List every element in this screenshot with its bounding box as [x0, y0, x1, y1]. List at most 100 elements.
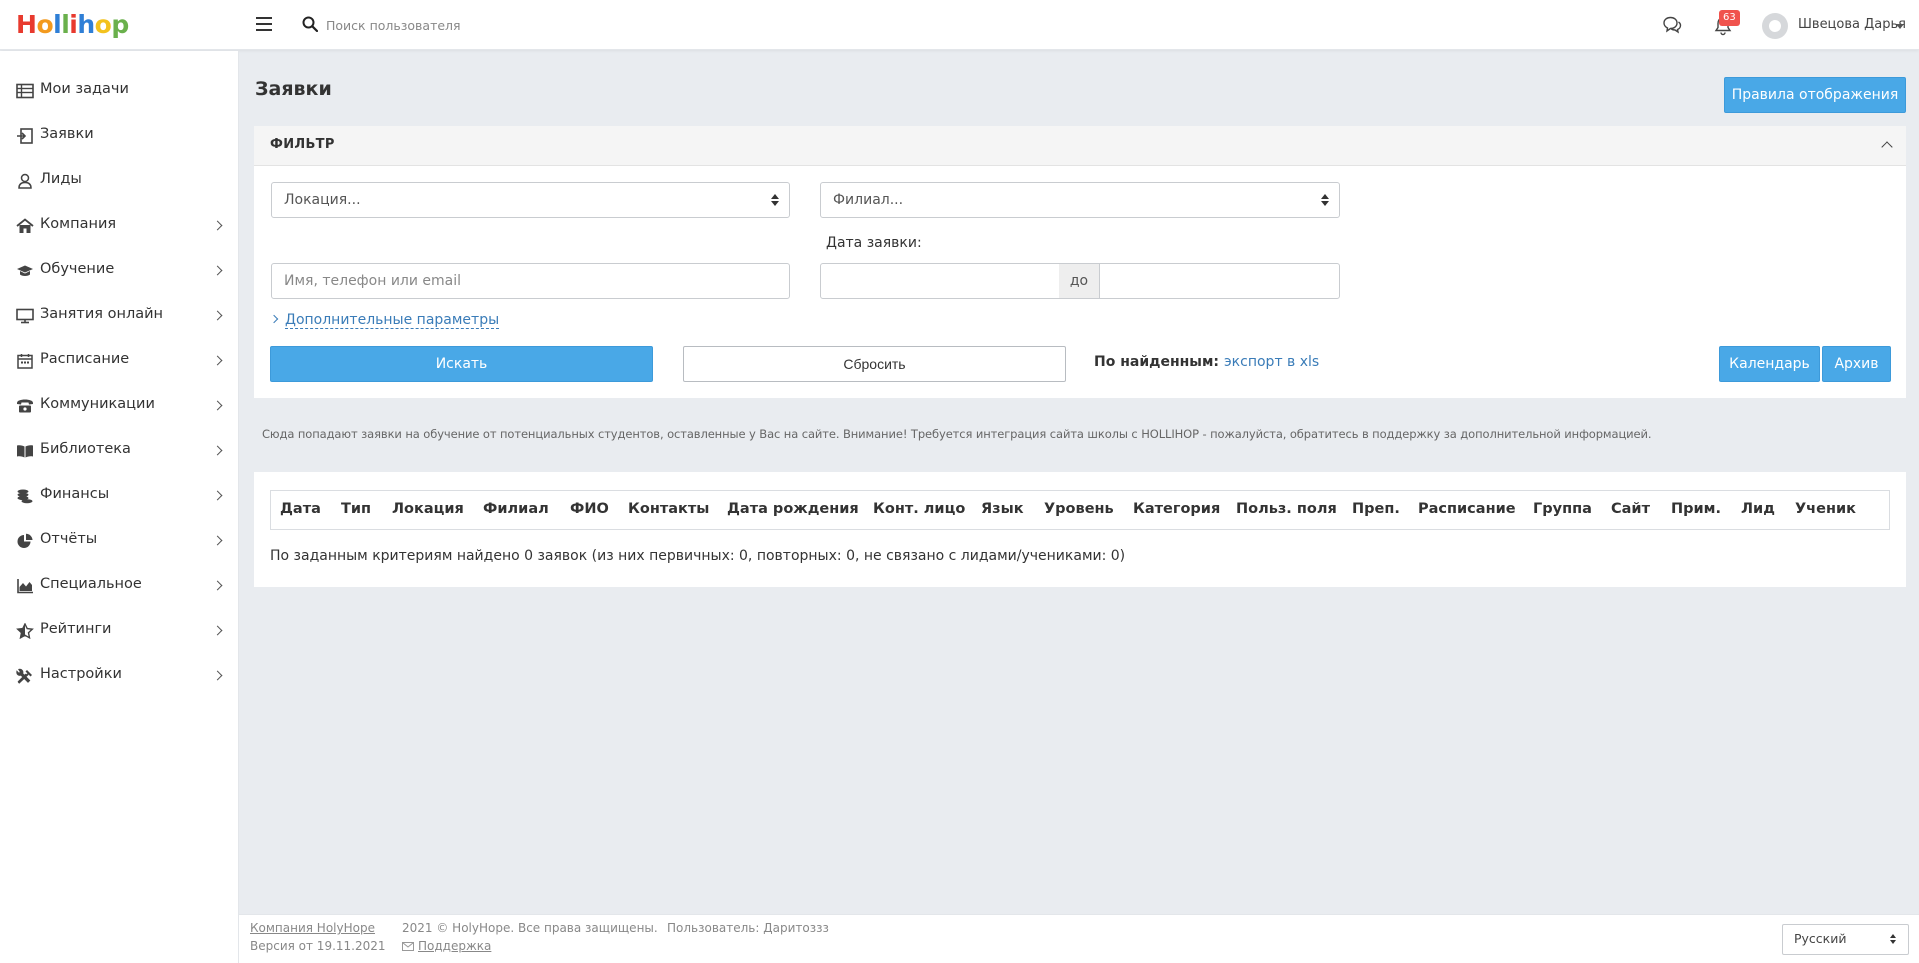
calendar-icon [17, 354, 33, 369]
column-header[interactable]: Польз. поля [1236, 501, 1337, 517]
sidebar-item-label: Настройки [40, 666, 122, 682]
calendar-button[interactable]: Календарь [1719, 346, 1820, 382]
sidebar-item-online-classes[interactable]: Занятия онлайн [0, 296, 239, 336]
logo-letter: l [53, 10, 62, 39]
chevron-right-icon [212, 355, 223, 366]
request-icon [17, 128, 33, 144]
chat-icon[interactable] [1662, 16, 1682, 34]
export-xls-link[interactable]: экспорт в xls [1224, 354, 1319, 370]
column-header[interactable]: Лид [1741, 501, 1775, 517]
logo-letter: p [111, 10, 129, 39]
display-rules-button[interactable]: Правила отображения [1724, 77, 1906, 113]
sidebar-item-label: Коммуникации [40, 396, 155, 412]
reset-button[interactable]: Сбросить [683, 346, 1066, 382]
column-header[interactable]: ФИО [570, 501, 609, 517]
search-button[interactable]: Искать [270, 346, 653, 382]
chevron-right-icon [212, 400, 223, 411]
chevron-right-icon[interactable] [269, 314, 279, 324]
user-menu-caret-icon[interactable] [1896, 24, 1904, 29]
sidebar-item-leads[interactable]: Лиды [0, 161, 239, 201]
footer: Компания HolyHope Версия от 19.11.2021 2… [239, 914, 1919, 963]
list-icon [16, 83, 34, 99]
column-header[interactable]: Прим. [1671, 501, 1721, 517]
column-header[interactable]: Ученик [1795, 501, 1856, 517]
sidebar-item-ratings[interactable]: Рейтинги [0, 611, 239, 651]
sidebar-item-library[interactable]: Библиотека [0, 431, 239, 471]
sidebar-item-communications[interactable]: Коммуникации [0, 386, 239, 426]
filter-header[interactable]: ФИЛЬТР [254, 126, 1906, 166]
results-summary: По заданным критериям найдено 0 заявок (… [270, 548, 1126, 564]
language-select[interactable]: Русский [1782, 924, 1909, 955]
coins-icon [17, 489, 33, 504]
sidebar-item-label: Обучение [40, 261, 115, 277]
sidebar-item-label: Заявки [40, 126, 94, 142]
sidebar-item-label: Компания [40, 216, 117, 232]
chevron-right-icon [212, 580, 223, 591]
chevron-right-icon [212, 535, 223, 546]
sidebar-item-label: Финансы [40, 486, 110, 502]
chevron-right-icon [212, 265, 223, 276]
column-header[interactable]: Конт. лицо [873, 501, 965, 517]
location-select[interactable]: Локация... [271, 182, 790, 218]
column-header[interactable]: Сайт [1611, 501, 1650, 517]
avatar[interactable] [1762, 13, 1788, 39]
home-icon [16, 218, 34, 233]
sidebar-item-settings[interactable]: Настройки [0, 656, 239, 696]
tools-icon [16, 668, 32, 684]
sidebar-item-label: Мои задачи [40, 81, 129, 97]
column-header[interactable]: Тип [341, 501, 371, 517]
sidebar-item-schedule[interactable]: Расписание [0, 341, 239, 381]
column-header[interactable]: Группа [1533, 501, 1592, 517]
archive-button[interactable]: Архив [1822, 346, 1891, 382]
sidebar-item-company[interactable]: Компания [0, 206, 239, 246]
integration-info-text: Сюда попадают заявки на обучение от поте… [262, 427, 1652, 441]
pie-chart-icon [17, 533, 33, 548]
found-label: По найденным: [1094, 354, 1219, 370]
chevron-right-icon [212, 670, 223, 681]
date-range-separator: до [1059, 263, 1099, 299]
sidebar-item-label: Специальное [40, 576, 142, 592]
user-search-input[interactable] [326, 12, 726, 38]
phone-icon [17, 399, 33, 413]
top-navbar: Hollihop 63 Швецова Дарья [0, 0, 1919, 50]
column-header[interactable]: Язык [981, 501, 1024, 517]
hamburger-menu-icon[interactable] [256, 17, 272, 31]
chevron-up-icon[interactable] [1881, 141, 1893, 153]
hollihop-logo[interactable]: Hollihop [16, 10, 129, 40]
sidebar-item-my-tasks[interactable]: Мои задачи [0, 71, 239, 111]
language-select-value: Русский [1794, 931, 1847, 946]
sidebar-item-label: Отчёты [40, 531, 98, 547]
column-header[interactable]: Дата [280, 501, 321, 517]
additional-params-link[interactable]: Дополнительные параметры [285, 312, 500, 329]
column-header[interactable]: Уровень [1044, 501, 1114, 517]
name-phone-email-input[interactable] [271, 263, 790, 299]
search-icon [302, 16, 318, 32]
logo-letter: l [61, 10, 70, 39]
logo-letter: H [16, 10, 37, 39]
copyright-text: 2021 © HolyHope. Все права защищены. [402, 921, 658, 935]
user-name[interactable]: Швецова Дарья [1798, 17, 1906, 32]
filter-title: ФИЛЬТР [270, 137, 335, 152]
sidebar-item-label: Рейтинги [40, 621, 112, 637]
support-link[interactable]: Поддержка [418, 939, 491, 953]
column-header[interactable]: Контакты [628, 501, 709, 517]
column-header[interactable]: Филиал [483, 501, 549, 517]
sidebar-item-education[interactable]: Обучение [0, 251, 239, 291]
column-header[interactable]: Локация [392, 501, 464, 517]
chevron-right-icon [212, 490, 223, 501]
company-link[interactable]: Компания HolyHope [250, 921, 375, 935]
column-header[interactable]: Преп. [1352, 501, 1400, 517]
date-from-input[interactable] [820, 263, 1060, 299]
column-header[interactable]: Дата рождения [727, 501, 859, 517]
sidebar-item-requests[interactable]: Заявки [0, 116, 239, 156]
sidebar-item-finance[interactable]: Финансы [0, 476, 239, 516]
filter-panel: ФИЛЬТР Локация... Филиал... Дата заявки:… [254, 126, 1906, 398]
sidebar-item-label: Расписание [40, 351, 130, 367]
date-to-input[interactable] [1099, 263, 1340, 299]
column-header[interactable]: Категория [1133, 501, 1220, 517]
column-header[interactable]: Расписание [1418, 501, 1516, 517]
sidebar-item-special[interactable]: Специальное [0, 566, 239, 606]
sidebar-item-reports[interactable]: Отчёты [0, 521, 239, 561]
sidebar: Мои задачи Заявки Лиды Компания Обучение… [0, 51, 239, 963]
branch-select[interactable]: Филиал... [820, 182, 1340, 218]
